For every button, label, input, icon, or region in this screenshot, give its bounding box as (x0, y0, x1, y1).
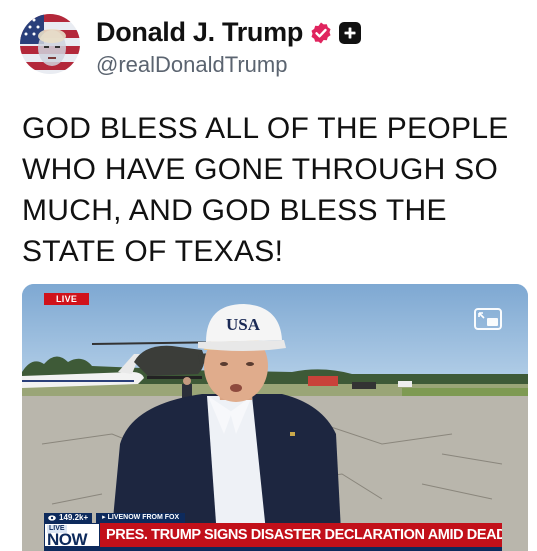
video-frame: USA (22, 284, 528, 551)
picture-in-picture-icon[interactable] (474, 308, 502, 330)
profile-avatar[interactable] (20, 14, 80, 74)
news-headline: PRES. TRUMP SIGNS DISASTER DECLARATION A… (100, 523, 502, 547)
video-player[interactable]: USA LIVE 149.2k+ ▸ LIVENOW FROM FOX LIVE… (22, 284, 528, 551)
news-crawl-bar (44, 547, 502, 551)
viewer-count: 149.2k+ (44, 513, 93, 523)
news-lower-third: 149.2k+ ▸ LIVENOW FROM FOX LIVE NOW PRES… (22, 513, 528, 551)
avatar-image (20, 14, 80, 74)
source-label-text: LIVENOW FROM FOX (107, 514, 180, 521)
post-header: Donald J. Trump @realDonaldTrump (20, 14, 520, 77)
author-handle[interactable]: @realDonaldTrump (96, 52, 287, 78)
live-now-word: NOW (47, 530, 88, 549)
cap-text: USA (226, 315, 261, 334)
ticker-top-row: 149.2k+ ▸ LIVENOW FROM FOX (44, 513, 186, 523)
source-label: ▸ LIVENOW FROM FOX (96, 513, 186, 523)
verified-badge-icon (311, 22, 331, 43)
live-now-box: LIVE NOW (44, 523, 100, 549)
plus-badge-icon (339, 21, 362, 44)
author-name-row: Donald J. Trump (96, 17, 362, 48)
viewer-count-value: 149.2k+ (59, 513, 89, 522)
eye-icon (48, 515, 56, 521)
author-display-name[interactable]: Donald J. Trump (96, 17, 303, 48)
post-text: GOD BLESS ALL OF THE PEOPLE WHO HAVE GON… (22, 112, 509, 268)
live-tag: LIVE (44, 293, 90, 305)
